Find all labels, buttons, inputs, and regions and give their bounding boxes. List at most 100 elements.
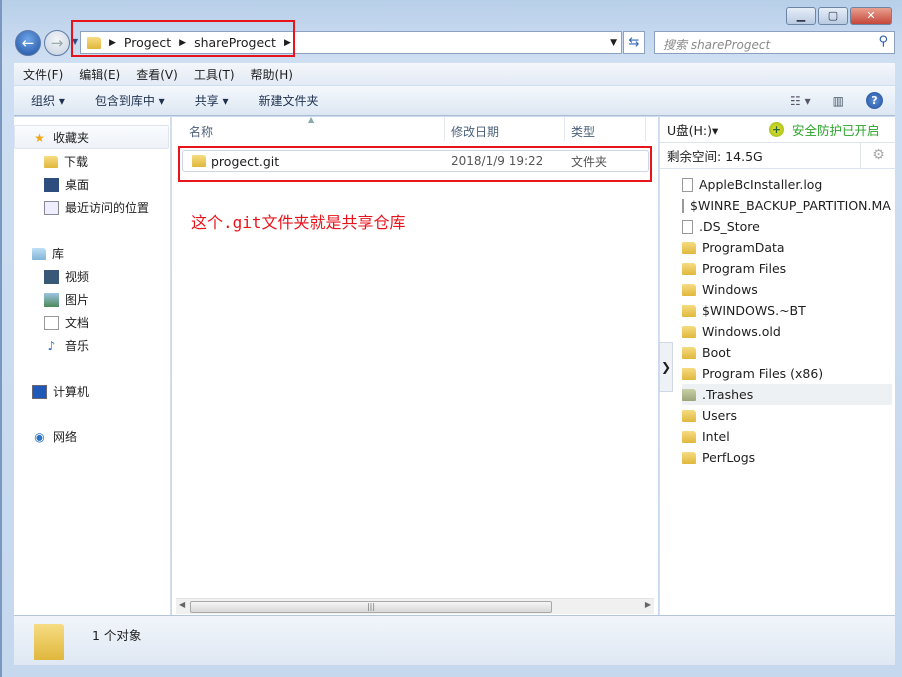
folder-icon: [682, 409, 696, 422]
highlight-box: [178, 146, 652, 182]
maximize-button[interactable]: ▢: [818, 7, 848, 25]
file-list: ▲ 名称 修改日期 类型 progect.git 2018/1/9 19:22 …: [172, 115, 658, 615]
drive-item[interactable]: Windows.old: [682, 321, 892, 342]
view-options-icon[interactable]: ☷ ▾: [790, 94, 811, 108]
folder-icon: [682, 388, 696, 401]
minimize-button[interactable]: ▁: [786, 7, 816, 25]
scrollbar-thumb[interactable]: |||: [190, 601, 552, 613]
computer-icon: [32, 384, 47, 399]
sidebar-item-music[interactable]: 音乐: [65, 337, 89, 354]
search-icon[interactable]: ⚲: [878, 34, 888, 49]
drive-item[interactable]: Program Files: [682, 258, 892, 279]
navigation-pane: ★ 收藏夹 下载 桌面 最近访问的位置 库 视频 图片 文档 ♪ 音乐 计算机 ◉ 网…: [14, 117, 171, 615]
share-button[interactable]: 共享 ▾: [195, 92, 229, 109]
sidebar-item-documents[interactable]: 文档: [65, 314, 89, 331]
sidebar-favorites[interactable]: 收藏夹: [53, 129, 89, 146]
scroll-right-icon[interactable]: ▶: [645, 600, 651, 609]
free-space: 剩余空间: 14.5G: [667, 149, 763, 164]
explorer-window: ▁ ▢ ✕ ← → ▼ ▶ Progect ▶ shareProgect ▶ ▼…: [0, 0, 902, 677]
drive-item-name: .DS_Store: [699, 219, 760, 234]
folder-icon: [682, 241, 696, 254]
drive-item[interactable]: AppleBcInstaller.log: [682, 174, 892, 195]
drive-item-name: $WINDOWS.~BT: [702, 303, 806, 318]
menu-help[interactable]: 帮助(H): [251, 66, 293, 83]
sidebar-item-recent[interactable]: 最近访问的位置: [65, 199, 149, 216]
sidebar-item-pictures[interactable]: 图片: [65, 291, 89, 308]
highlight-box: [71, 20, 295, 57]
folder-icon: [682, 451, 696, 464]
column-divider[interactable]: [564, 117, 565, 141]
drive-item[interactable]: .Trashes: [682, 384, 892, 405]
drive-item[interactable]: Intel: [682, 426, 892, 447]
help-icon[interactable]: ?: [866, 92, 883, 109]
sidebar-computer[interactable]: 计算机: [53, 383, 89, 400]
file-icon: [682, 219, 693, 234]
horizontal-scrollbar[interactable]: ◀ ||| ▶: [176, 598, 654, 614]
drive-item[interactable]: $WINRE_BACKUP_PARTITION.MARKER: [682, 195, 892, 216]
sidebar-item-desktop[interactable]: 桌面: [65, 176, 89, 193]
pictures-icon: [44, 292, 59, 307]
menu-tools[interactable]: 工具(T): [194, 66, 235, 83]
drive-item[interactable]: Users: [682, 405, 892, 426]
folder-icon: [682, 283, 696, 296]
collapse-panel-button[interactable]: ❯: [659, 342, 673, 392]
column-date[interactable]: 修改日期: [451, 123, 499, 140]
annotation-text: 这个.git文件夹就是共享仓库: [191, 213, 406, 232]
drive-item-name: Users: [702, 408, 738, 423]
folder-icon: [682, 262, 696, 275]
column-name[interactable]: 名称: [189, 123, 213, 140]
drive-selector[interactable]: U盘(H:)▾: [667, 120, 718, 139]
menu-view[interactable]: 查看(V): [136, 66, 178, 83]
command-bar: 组织 ▾ 包含到库中 ▾ 共享 ▾ 新建文件夹 ☷ ▾ ▥ ?: [14, 86, 895, 116]
folder-icon: [682, 304, 696, 317]
drive-item[interactable]: Program Files (x86): [682, 363, 892, 384]
organize-button[interactable]: 组织 ▾: [31, 92, 65, 109]
file-icon: [682, 198, 684, 213]
scroll-left-icon[interactable]: ◀: [179, 600, 185, 609]
network-icon: ◉: [34, 429, 45, 444]
recent-places-icon: [44, 200, 59, 215]
include-in-library-button[interactable]: 包含到库中 ▾: [95, 92, 165, 109]
forward-button[interactable]: →: [44, 30, 70, 56]
sidebar-libraries[interactable]: 库: [52, 245, 64, 262]
folder-icon: [682, 367, 696, 380]
new-folder-button[interactable]: 新建文件夹: [259, 92, 319, 109]
drive-item[interactable]: PerfLogs: [682, 447, 892, 468]
drive-item-name: $WINRE_BACKUP_PARTITION.MARKER: [690, 198, 892, 213]
menu-file[interactable]: 文件(F): [23, 66, 63, 83]
sidebar-item-videos[interactable]: 视频: [65, 268, 89, 285]
drive-item[interactable]: $WINDOWS.~BT: [682, 300, 892, 321]
protection-status[interactable]: 安全防护已开启: [792, 120, 880, 139]
search-input[interactable]: 搜索 shareProgect ⚲: [654, 31, 895, 54]
sort-arrow-icon: ▲: [308, 115, 315, 124]
sidebar-network[interactable]: 网络: [53, 428, 77, 445]
search-placeholder: 搜索 shareProgect: [663, 38, 771, 52]
drive-item[interactable]: Boot: [682, 342, 892, 363]
downloads-icon: [44, 155, 58, 168]
item-count: 1 个对象: [92, 628, 142, 643]
drive-item-name: Program Files: [702, 261, 787, 276]
drive-item[interactable]: ProgramData: [682, 237, 892, 258]
file-icon: [682, 177, 693, 192]
address-dropdown-icon[interactable]: ▼: [610, 38, 617, 48]
folder-icon: [682, 430, 696, 443]
desktop-icon: [44, 177, 59, 192]
column-divider[interactable]: [645, 117, 646, 141]
drive-item[interactable]: .DS_Store: [682, 216, 892, 237]
documents-icon: [44, 315, 59, 330]
window-controls: ▁ ▢ ✕: [786, 7, 892, 25]
preview-pane-icon[interactable]: ▥: [833, 94, 844, 108]
folder-icon: [682, 346, 696, 359]
drive-contents-list: AppleBcInstaller.log $WINRE_BACKUP_PARTIT…: [682, 174, 892, 468]
status-bar: 1 个对象: [14, 615, 895, 665]
refresh-button[interactable]: ⇆: [623, 31, 645, 54]
column-type[interactable]: 类型: [571, 123, 595, 140]
sidebar-item-downloads[interactable]: 下载: [64, 153, 88, 170]
column-divider[interactable]: [444, 117, 445, 141]
back-button[interactable]: ←: [15, 30, 41, 56]
drive-item[interactable]: Windows: [682, 279, 892, 300]
settings-gear-icon[interactable]: ⚙: [860, 143, 896, 168]
menu-edit[interactable]: 编辑(E): [79, 66, 120, 83]
close-button[interactable]: ✕: [850, 7, 892, 25]
star-icon: ★: [34, 130, 45, 145]
